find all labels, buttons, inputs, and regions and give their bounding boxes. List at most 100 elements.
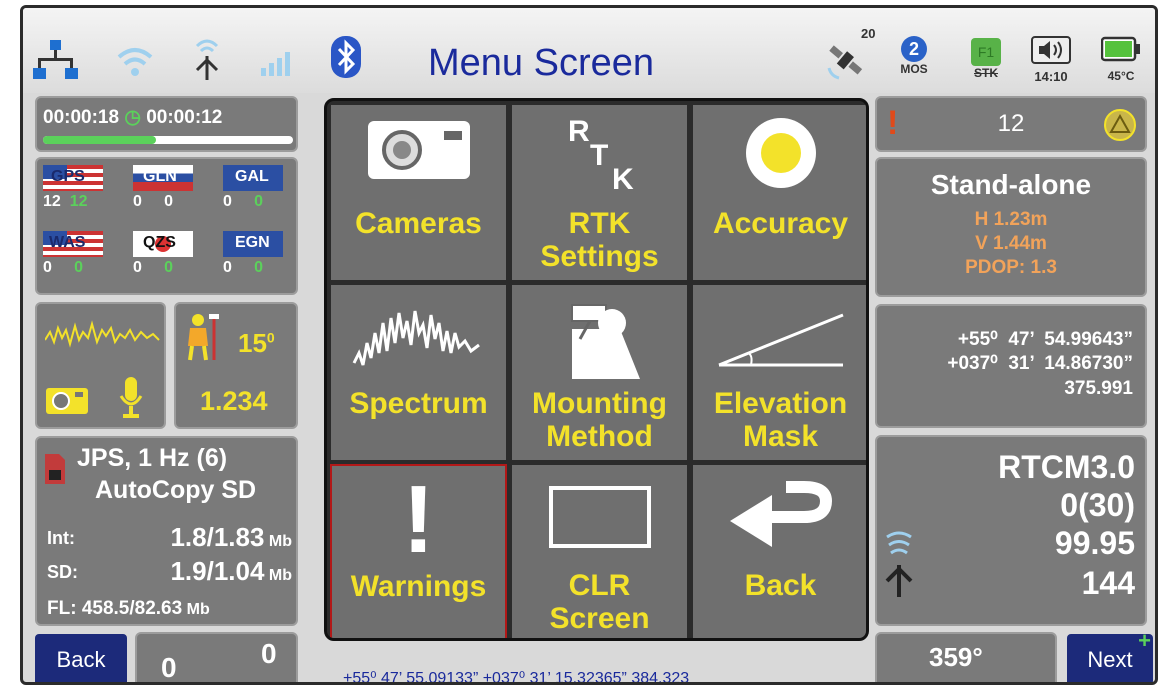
gal-flag: GAL (223, 165, 283, 191)
stk-badge[interactable]: F1 STK (966, 38, 1006, 84)
bluetooth-icon[interactable] (331, 36, 361, 78)
heading-panel[interactable]: 359° (875, 632, 1057, 682)
elevation-value: 150 (238, 328, 275, 358)
constellation-gln[interactable]: GLN 0 0 (133, 165, 211, 211)
latitude: +55⁰ 47’ 54.99643” (957, 329, 1133, 350)
spectrum-icon (352, 310, 480, 366)
mos-label: MOS (900, 62, 928, 76)
satellite-count: 20 (861, 26, 876, 41)
egn-flag: EGN (223, 231, 283, 257)
elevation-mask-label: Elevation Mask (713, 387, 848, 453)
link-quality: 99.95 (1054, 525, 1135, 561)
battery-badge[interactable]: 45°C (1096, 36, 1146, 86)
heading-value: 359° (929, 642, 983, 672)
altitude: 375.991 (1064, 378, 1133, 399)
clear-screen-icon (548, 486, 651, 548)
menu-elevation-mask[interactable]: Elevation Mask (692, 284, 866, 461)
media-panel[interactable] (35, 302, 166, 429)
solution-panel[interactable]: Stand-alone H 1.23m V 1.44m PDOP: 1.3 (875, 157, 1147, 297)
timer-elapsed: 00:00:18 (43, 107, 120, 128)
position-panel[interactable]: +55⁰ 47’ 54.99643” +037⁰ 31’ 14.86730” 3… (875, 304, 1147, 428)
constellation-was[interactable]: WAS 0 0 (43, 231, 121, 277)
menu-warnings[interactable]: ! Warnings (330, 464, 507, 638)
menu-clr-screen[interactable]: CLR Screen (511, 464, 688, 638)
status-bar: Menu Screen 20 2 MOS F1 STK 14:10 45°C (23, 8, 1155, 93)
menu-cameras[interactable]: Cameras (330, 104, 507, 281)
constellation-qzs[interactable]: QZS 0 0 (133, 231, 211, 277)
back-label: Back (744, 569, 817, 602)
cameras-label: Cameras (355, 207, 482, 240)
antenna-height: 1.234 (200, 386, 268, 416)
recording-panel[interactable]: JPS, 1 Hz (6) AutoCopy SD Int: 1.8/1.83 … (35, 436, 298, 626)
warning-panel[interactable]: ! 12 (875, 96, 1147, 152)
microphone-icon[interactable] (119, 376, 143, 420)
menu-accuracy[interactable]: Accuracy (692, 104, 866, 281)
radio-link-icon (885, 531, 913, 597)
wifi-icon[interactable] (115, 43, 155, 79)
speaker-icon (1031, 36, 1071, 64)
next-nav-button[interactable]: Next + (1067, 628, 1153, 682)
was-flag: WAS (43, 231, 103, 257)
internal-memory: Int: 1.8/1.83 Mb (47, 522, 292, 552)
timer-remaining: 00:00:12 (146, 107, 223, 128)
back-nav-button[interactable]: Back (35, 634, 127, 682)
f1-indicator: F1 (971, 38, 1001, 66)
gln-flag: GLN (133, 165, 193, 191)
rtcm-format: RTCM3.0 (998, 449, 1135, 485)
autocopy-status: AutoCopy SD (95, 476, 257, 504)
counter-panel[interactable]: 0 0 (135, 632, 298, 682)
mos-count: 2 (901, 36, 927, 62)
rtk-icon: R T K (568, 115, 634, 196)
link-status: 0(30) (1060, 487, 1135, 523)
constellation-gps[interactable]: GPS 12 12 (43, 165, 121, 211)
clr-screen-label: CLR Screen (549, 569, 650, 635)
stk-label: STK (974, 66, 998, 80)
camera-icon[interactable] (45, 384, 89, 416)
menu-mounting-method[interactable]: Mounting Method (511, 284, 688, 461)
sd-card-icon (45, 454, 65, 484)
constellation-gal[interactable]: GAL 0 0 (223, 165, 295, 211)
antenna-panel[interactable]: 150 1.234 (174, 302, 298, 429)
accuracy-label: Accuracy (712, 207, 849, 240)
gps-flag: GPS (43, 165, 103, 191)
return-arrow-icon (729, 481, 832, 547)
rtcm-panel[interactable]: RTCM3.0 0(30) 99.95 144 (875, 435, 1147, 626)
sd-memory: SD: 1.9/1.04 Mb (47, 556, 292, 586)
timer-progress (43, 136, 293, 144)
spectrum-label: Spectrum (349, 387, 488, 420)
horizontal-accuracy: H 1.23m (974, 209, 1048, 230)
clock-badge[interactable]: 14:10 (1026, 36, 1076, 86)
waveform-icon (45, 320, 160, 348)
device-screen: Menu Screen 20 2 MOS F1 STK 14:10 45°C 0… (20, 5, 1158, 685)
battery-icon (1100, 36, 1140, 62)
satellite-icon[interactable] (823, 38, 868, 83)
mos-badge[interactable]: 2 MOS (896, 36, 932, 86)
alert-triangle-icon[interactable] (1103, 108, 1137, 142)
pdop-value: PDOP: 1.3 (965, 257, 1057, 278)
constellations-panel[interactable]: GPS 12 12 GLN 0 0 GAL 0 0 WAS 0 0 QZS 0 … (35, 157, 298, 295)
warning-icon: ! (402, 466, 435, 573)
menu-back[interactable]: Back (692, 464, 866, 638)
network-icon[interactable] (33, 38, 78, 83)
mounting-icon (570, 304, 640, 379)
menu-spectrum[interactable]: Spectrum (330, 284, 507, 461)
page-title: Menu Screen (428, 42, 655, 84)
accuracy-icon (745, 118, 816, 188)
counter-right: 0 (261, 638, 277, 669)
link-latency: 144 (1081, 565, 1135, 601)
timer-panel[interactable]: 00:00:18 ◷ 00:00:12 (35, 96, 298, 152)
warnings-label: Warnings (350, 570, 487, 603)
solution-type: Stand-alone (930, 169, 1092, 200)
clock-time: 14:10 (1034, 69, 1068, 84)
constellation-egn[interactable]: EGN 0 0 (223, 231, 295, 277)
menu-rtk-settings[interactable]: R T K RTK Settings (511, 104, 688, 281)
qzs-flag: QZS (133, 231, 193, 257)
signal-bars-icon[interactable] (261, 48, 297, 76)
timer-clock-icon: ◷ (124, 107, 141, 128)
vertical-accuracy: V 1.44m (975, 233, 1047, 254)
elevation-mask-icon (717, 313, 844, 367)
menu-grid: Cameras R T K RTK Settings Accuracy Spec… (324, 98, 869, 641)
rtk-settings-label: RTK Settings (540, 207, 659, 273)
radio-antenna-icon[interactable] (191, 36, 223, 82)
mounting-method-label: Mounting Method (532, 387, 667, 453)
